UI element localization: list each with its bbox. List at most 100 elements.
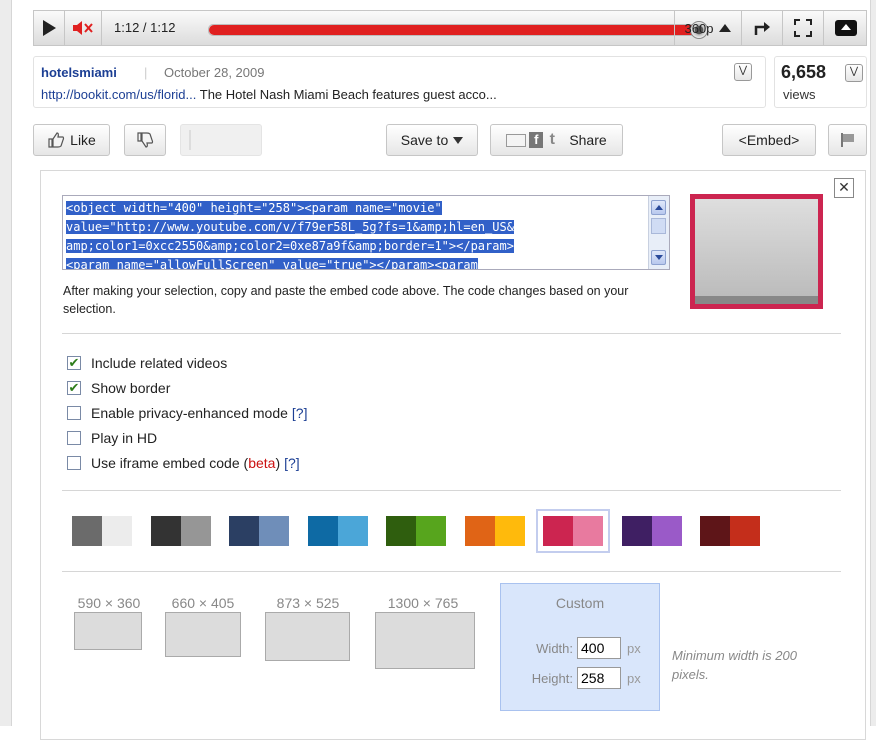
color-swatch-part xyxy=(180,516,211,546)
width-input[interactable]: 400 xyxy=(577,637,621,659)
share-label: Share xyxy=(569,132,607,148)
height-label: Height: xyxy=(531,671,573,686)
embed-option-row[interactable]: Use iframe embed code (beta) [?] xyxy=(67,453,300,473)
embed-code-line: value="http://www.youtube.com/v/f79er58L… xyxy=(66,218,646,237)
embed-option-row[interactable]: ✔ Show border xyxy=(67,378,170,398)
widescreen-button[interactable] xyxy=(823,11,868,45)
double-chevron-down-icon: ⋁ xyxy=(849,66,859,77)
size-option-660[interactable] xyxy=(165,612,241,657)
checkbox[interactable] xyxy=(67,456,81,470)
progress-bar[interactable] xyxy=(208,21,708,39)
height-input[interactable]: 258 xyxy=(577,667,621,689)
embed-button[interactable]: <Embed> xyxy=(722,124,816,156)
color-swatch-part xyxy=(307,516,338,546)
color-swatch[interactable] xyxy=(229,516,289,546)
chevron-down-icon xyxy=(453,136,464,144)
color-swatch-part xyxy=(102,516,132,546)
checkbox[interactable]: ✔ xyxy=(67,381,81,395)
embed-option-row[interactable]: Play in HD xyxy=(67,428,157,448)
size-option-1300[interactable] xyxy=(375,612,475,669)
divider xyxy=(62,571,841,572)
views-box: 6,658 views ⋁ xyxy=(774,56,867,108)
color-swatch[interactable] xyxy=(621,516,682,546)
fullscreen-button[interactable] xyxy=(782,11,823,45)
scroll-down-icon[interactable] xyxy=(651,250,666,265)
embed-instructions: After making your selection, copy and pa… xyxy=(63,284,629,316)
color-swatch-part xyxy=(464,516,495,546)
popout-button[interactable] xyxy=(741,11,782,45)
color-swatch[interactable] xyxy=(700,516,760,546)
expand-description-button[interactable]: ⋁ xyxy=(734,63,752,81)
color-swatch-part xyxy=(700,516,730,546)
description-link[interactable]: http://bookit.com/us/florid... xyxy=(41,87,196,102)
embed-code-scrollbar[interactable] xyxy=(648,196,669,269)
like-button[interactable]: Like xyxy=(33,124,110,156)
checkbox[interactable]: ✔ xyxy=(67,356,81,370)
play-icon xyxy=(42,20,56,36)
preview-controls xyxy=(695,296,818,304)
scroll-thumb[interactable] xyxy=(651,218,666,234)
scroll-up-icon[interactable] xyxy=(651,200,666,215)
preview-player xyxy=(695,199,818,304)
close-embed-button[interactable]: ✕ xyxy=(834,178,854,198)
save-to-label: Save to xyxy=(400,132,449,148)
share-button[interactable]: f t Share xyxy=(490,124,623,156)
thumbs-up-icon xyxy=(48,132,65,148)
size-option-label: 1300 × 765 xyxy=(387,595,459,611)
volume-button[interactable] xyxy=(65,11,102,45)
embed-code-textarea[interactable]: <object width="400" height="258"><param … xyxy=(62,195,670,270)
size-option-873[interactable] xyxy=(265,612,350,661)
description-line: http://bookit.com/us/florid... The Hotel… xyxy=(41,87,497,102)
color-swatch[interactable] xyxy=(536,509,610,553)
color-swatch[interactable] xyxy=(307,516,368,546)
beta-label: beta xyxy=(248,455,276,471)
embed-code-line-text: amp;color1=0xcc2550&amp;color2=0xe87a9f&… xyxy=(66,239,514,253)
embed-option-row[interactable]: Enable privacy-enhanced mode [?] xyxy=(67,403,307,423)
color-swatch-part xyxy=(730,516,760,546)
expand-stats-button[interactable]: ⋁ xyxy=(845,64,863,82)
color-swatch-part xyxy=(573,516,603,546)
help-link[interactable]: [?] xyxy=(292,405,308,421)
checkbox[interactable] xyxy=(67,406,81,420)
size-option-label: 590 × 360 xyxy=(77,595,141,611)
share-icons: f t xyxy=(506,132,558,148)
mail-icon xyxy=(506,133,527,147)
view-count: 6,658 xyxy=(781,62,827,82)
separator: | xyxy=(144,65,148,80)
color-swatch[interactable] xyxy=(464,516,525,546)
thumbs-down-icon xyxy=(137,132,154,148)
dislike-button[interactable] xyxy=(124,124,166,156)
color-swatch[interactable] xyxy=(72,516,132,546)
color-swatch[interactable] xyxy=(150,516,211,546)
disabled-placeholder-button xyxy=(180,124,262,156)
color-swatch[interactable] xyxy=(386,516,446,546)
color-swatch-part xyxy=(621,516,652,546)
option-label-tail: ) xyxy=(275,455,281,471)
color-swatch-part xyxy=(150,516,181,546)
quality-button[interactable]: 360p xyxy=(674,11,741,45)
quality-label: 360p xyxy=(684,20,714,36)
flag-button[interactable] xyxy=(828,124,867,156)
help-link[interactable]: [?] xyxy=(284,455,300,471)
player-control-bar: 1:12 / 1:12 360p xyxy=(33,10,867,46)
embed-code-line-text: <param name="allowFullScreen" value="tru… xyxy=(66,258,478,270)
video-info-box: hotelsmiami | October 28, 2009 http://bo… xyxy=(33,56,766,108)
option-label: Use iframe embed code ( xyxy=(91,455,249,471)
color-swatch-part xyxy=(259,516,289,546)
width-label: Width: xyxy=(536,641,573,656)
channel-link[interactable]: hotelsmiami xyxy=(41,65,117,80)
save-to-button[interactable]: Save to xyxy=(386,124,478,156)
checkbox[interactable] xyxy=(67,431,81,445)
popout-icon xyxy=(754,22,770,35)
color-swatch-part xyxy=(416,516,446,546)
divider-bar xyxy=(189,130,191,150)
divider xyxy=(62,490,841,491)
chevron-up-icon xyxy=(719,24,732,32)
embed-option-row[interactable]: ✔ Include related videos xyxy=(67,353,227,373)
option-label: Show border xyxy=(91,380,171,396)
embed-code-line-text: value="http://www.youtube.com/v/f79er58L… xyxy=(66,220,514,234)
volume-muted-icon xyxy=(73,21,93,35)
embed-code-line-text: <object width="400" height="258"><param … xyxy=(66,201,442,215)
size-option-590[interactable] xyxy=(74,612,142,650)
play-button[interactable] xyxy=(34,11,65,45)
